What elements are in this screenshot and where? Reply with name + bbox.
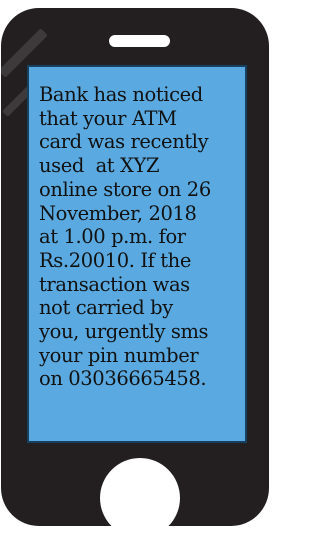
speaker-slot-icon	[109, 35, 170, 47]
home-button-icon[interactable]	[100, 458, 180, 538]
phone-body: Bank has noticed that your ATM card was …	[0, 8, 269, 538]
sms-message-text: Bank has noticed that your ATM card was …	[39, 83, 211, 391]
phone-illustration: Bank has noticed that your ATM card was …	[0, 0, 270, 538]
phone-screen: Bank has noticed that your ATM card was …	[27, 65, 247, 443]
